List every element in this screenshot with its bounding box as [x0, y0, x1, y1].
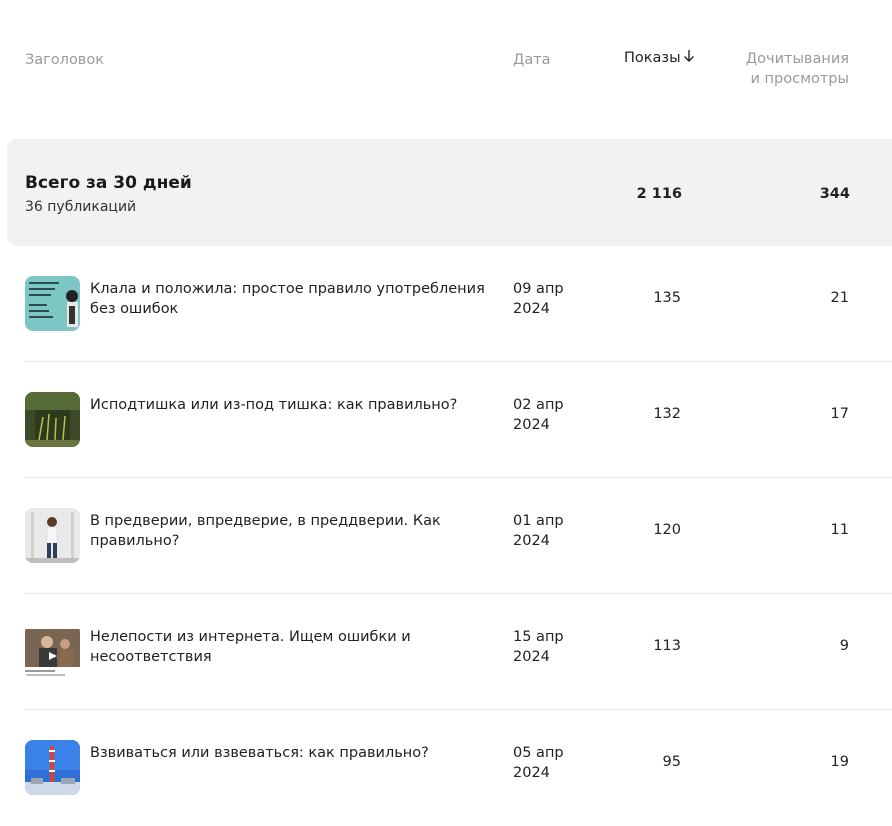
article-reads: 9 [839, 638, 849, 654]
summary-subtitle: 36 публикаций [25, 199, 137, 215]
summary-views: 2 116 [636, 186, 682, 202]
table-row[interactable]: В предверии, впредверие, в преддверии. К… [0, 478, 892, 594]
article-title[interactable]: В предверии, впредверие, в преддверии. К… [90, 511, 505, 551]
column-reads-label-line2: и просмотры [750, 71, 849, 87]
article-date: 09 апр 2024 [513, 279, 593, 319]
column-views-header[interactable]: Показы [624, 48, 695, 68]
column-reads-label-line1: Дочитывания [745, 51, 849, 67]
column-title-header[interactable]: Заголовок [25, 50, 104, 70]
article-date-year: 2024 [513, 649, 550, 665]
article-thumbnail [25, 624, 80, 679]
arrow-down-icon [683, 48, 695, 68]
article-date-year: 2024 [513, 301, 550, 317]
article-date-day: 15 апр [513, 629, 564, 645]
article-thumbnail [25, 392, 80, 447]
article-views: 95 [662, 754, 681, 770]
article-date-day: 05 апр [513, 745, 564, 761]
article-date-day: 02 апр [513, 397, 564, 413]
summary-row: Всего за 30 дней 36 публикаций 2 116 344 [7, 139, 892, 246]
article-title[interactable]: Клала и положила: простое правило употре… [90, 279, 505, 319]
table-row[interactable]: Исподтишка или из-под тишка: как правиль… [0, 362, 892, 478]
article-views: 120 [653, 522, 681, 538]
article-thumbnail [25, 276, 80, 331]
article-thumbnail [25, 740, 80, 795]
summary-reads: 344 [819, 186, 850, 202]
table-row[interactable]: Взвиваться или взвеваться: как правильно… [0, 710, 892, 826]
article-date-day: 09 апр [513, 281, 564, 297]
article-title[interactable]: Исподтишка или из-под тишка: как правиль… [90, 395, 505, 415]
article-reads: 21 [830, 290, 849, 306]
article-date-year: 2024 [513, 417, 550, 433]
article-views: 113 [653, 638, 681, 654]
article-date-year: 2024 [513, 765, 550, 781]
article-thumbnail [25, 508, 80, 563]
column-views-label: Показы [624, 50, 681, 66]
article-date-day: 01 апр [513, 513, 564, 529]
table-row[interactable]: Нелепости из интернета. Ищем ошибки и не… [0, 594, 892, 710]
article-reads: 17 [830, 406, 849, 422]
article-date: 05 апр 2024 [513, 743, 593, 783]
column-reads-header[interactable]: Дочитывания и просмотры [730, 49, 849, 89]
article-views: 135 [653, 290, 681, 306]
article-reads: 11 [830, 522, 849, 538]
column-date-header[interactable]: Дата [513, 50, 551, 70]
table-header: Заголовок Дата Показы Дочитывания и прос… [0, 0, 892, 120]
summary-title: Всего за 30 дней [25, 173, 192, 193]
table-row[interactable]: Клала и положила: простое правило употре… [0, 246, 892, 362]
article-date: 15 апр 2024 [513, 627, 593, 667]
article-reads: 19 [830, 754, 849, 770]
article-date: 02 апр 2024 [513, 395, 593, 435]
article-date: 01 апр 2024 [513, 511, 593, 551]
article-title[interactable]: Нелепости из интернета. Ищем ошибки и не… [90, 627, 505, 667]
article-views: 132 [653, 406, 681, 422]
article-date-year: 2024 [513, 533, 550, 549]
article-title[interactable]: Взвиваться или взвеваться: как правильно… [90, 743, 505, 763]
